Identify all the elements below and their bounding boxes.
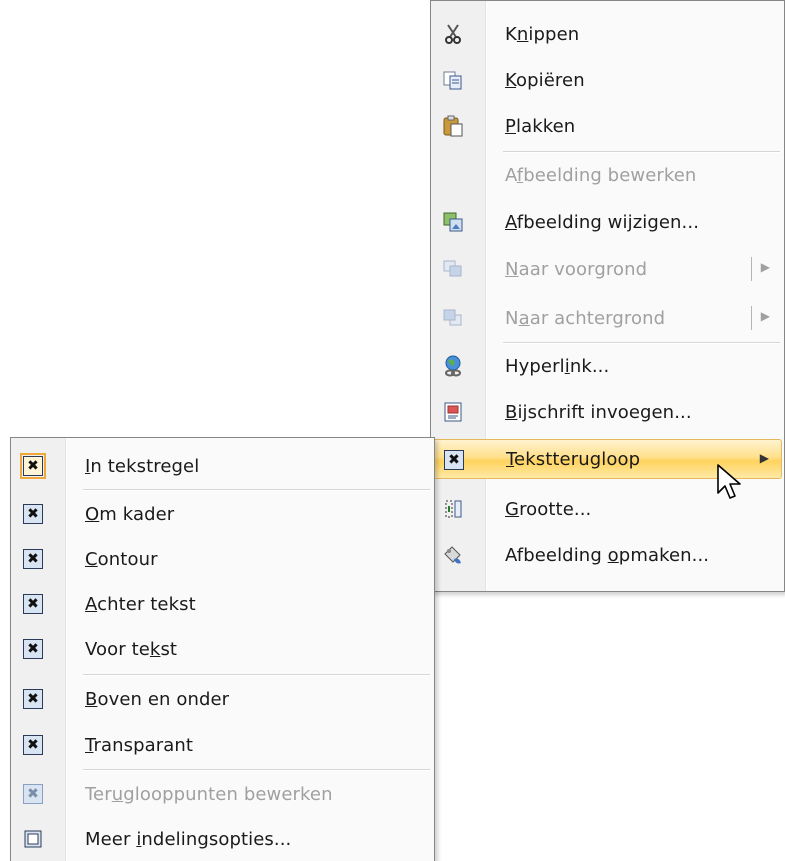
menu-separator [503, 342, 780, 344]
submenu-arrow-icon: ▶ [760, 260, 770, 274]
size-icon [441, 497, 465, 521]
menu-item-naar-voorgrond[interactable]: Naar voorgrond ▶ [433, 249, 782, 289]
menu-item-label: Afbeelding bewerken [505, 164, 697, 186]
menu-item-label: Grootte... [505, 498, 592, 520]
through-icon: ✖ [21, 733, 45, 757]
tight-wrap-icon: ✖ [21, 547, 45, 571]
menu-item-label: Hyperlink... [505, 355, 610, 377]
more-layout-icon [21, 827, 45, 851]
menu-item-afbeelding-opmaken[interactable]: Afbeelding opmaken... [433, 535, 782, 575]
submenu-item-label: In tekstregel [85, 455, 200, 477]
menu-separator [83, 489, 430, 491]
submenu-item-meer-indelingsopties[interactable]: Meer indelingsopties... [13, 819, 432, 859]
split-divider [751, 257, 752, 281]
submenu-item-om-kader[interactable]: ✖ Om kader [13, 494, 432, 534]
behind-text-icon: ✖ [21, 592, 45, 616]
submenu-item-transparant[interactable]: ✖ Transparant [13, 725, 432, 765]
scissors-icon [441, 22, 465, 46]
menu-item-label: Naar achtergrond [505, 307, 666, 329]
submenu-item-label: Om kader [85, 503, 175, 525]
menu-item-label: Tekstterugloop [506, 448, 641, 470]
menu-item-kopieren[interactable]: Kopiëren [433, 60, 782, 100]
copy-icon [441, 68, 465, 92]
submenu-item-label: Contour [85, 548, 158, 570]
menu-separator [83, 674, 430, 676]
submenu-item-in-tekstregel[interactable]: ✖ In tekstregel [13, 446, 432, 486]
in-front-of-text-icon: ✖ [21, 637, 45, 661]
submenu-item-terugglooppunten-bewerken[interactable]: ✖ Teruglooppunten bewerken [13, 774, 432, 814]
menu-item-afbeelding-wijzigen[interactable]: Afbeelding wijzigen... [433, 202, 782, 242]
menu-item-label: Knippen [505, 23, 580, 45]
hyperlink-icon [441, 354, 465, 378]
submenu-item-label: Boven en onder [85, 688, 230, 710]
menu-item-bijschrift-invoegen[interactable]: Bijschrift invoegen... [433, 392, 782, 432]
in-line-icon: ✖ [20, 453, 46, 479]
submenu-item-voor-tekst[interactable]: ✖ Voor tekst [13, 629, 432, 669]
send-to-back-icon [441, 306, 465, 330]
menu-item-label: Afbeelding opmaken... [505, 544, 710, 566]
menu-item-label: Kopiëren [505, 69, 585, 91]
caption-icon [441, 400, 465, 424]
menu-item-afbeelding-bewerken[interactable]: Afbeelding bewerken [433, 155, 782, 195]
submenu-item-label: Transparant [85, 734, 194, 756]
submenu-item-label: Voor tekst [85, 638, 178, 660]
submenu-item-label: Meer indelingsopties... [85, 828, 292, 850]
split-divider [751, 306, 752, 330]
text-wrap-submenu: ✖ In tekstregel ✖ Om kader ✖ Contour ✖ A… [10, 437, 435, 861]
submenu-arrow-icon: ▶ [760, 309, 770, 323]
menu-item-label: Bijschrift invoegen... [505, 401, 692, 423]
text-wrap-icon: ✖ [442, 448, 466, 472]
format-picture-icon [441, 543, 465, 567]
menu-item-label: Naar voorgrond [505, 258, 648, 280]
submenu-item-contour[interactable]: ✖ Contour [13, 539, 432, 579]
menu-item-naar-achtergrond[interactable]: Naar achtergrond ▶ [433, 298, 782, 338]
menu-item-hyperlink[interactable]: Hyperlink... [433, 346, 782, 386]
edit-wrap-points-icon: ✖ [21, 782, 45, 806]
menu-item-label: Plakken [505, 115, 576, 137]
submenu-item-achter-tekst[interactable]: ✖ Achter tekst [13, 584, 432, 624]
menu-separator [503, 151, 780, 153]
menu-item-label: Afbeelding wijzigen... [505, 211, 700, 233]
change-picture-icon [441, 210, 465, 234]
submenu-item-label: Teruglooppunten bewerken [85, 783, 333, 805]
mouse-pointer-icon [716, 463, 742, 508]
menu-item-knippen[interactable]: Knippen [433, 14, 782, 54]
submenu-item-label: Achter tekst [85, 593, 196, 615]
submenu-item-boven-en-onder[interactable]: ✖ Boven en onder [13, 679, 432, 719]
submenu-arrow-icon: ▶ [759, 451, 769, 465]
menu-separator [83, 769, 430, 771]
bring-to-front-icon [441, 257, 465, 281]
menu-item-plakken[interactable]: Plakken [433, 106, 782, 146]
square-wrap-icon: ✖ [21, 502, 45, 526]
paste-icon [441, 114, 465, 138]
top-bottom-icon: ✖ [21, 687, 45, 711]
